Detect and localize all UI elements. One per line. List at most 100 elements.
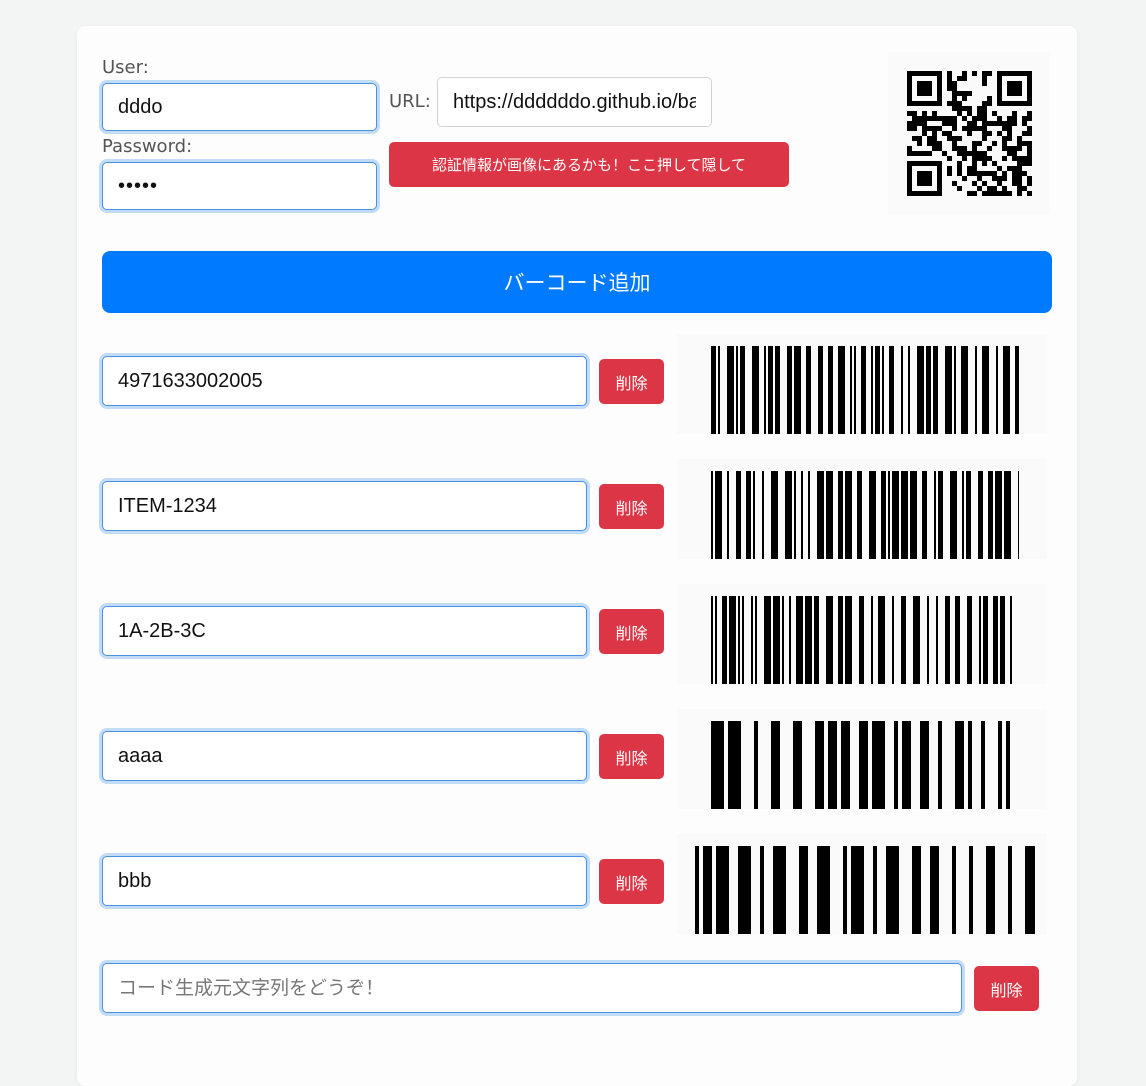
qr-module [962, 116, 967, 121]
qr-module [912, 121, 917, 126]
barcode-bar [753, 471, 755, 559]
qr-module [917, 91, 922, 96]
barcode-bar [773, 846, 786, 934]
qr-module [907, 176, 912, 181]
qr-module [1007, 166, 1012, 171]
qr-module [1017, 136, 1022, 141]
barcode-image [677, 709, 1047, 809]
new-entry-delete-button[interactable]: 削除 [974, 966, 1039, 1011]
url-input[interactable] [437, 77, 712, 127]
qr-module [957, 101, 962, 106]
qr-module [907, 96, 912, 101]
password-label: Password: [102, 136, 193, 157]
qr-module [917, 86, 922, 91]
delete-barcode-button[interactable]: 削除 [599, 859, 664, 904]
barcode-value-input[interactable] [102, 481, 587, 531]
hide-credentials-button[interactable]: 認証情報が画像にあるかも！ここ押して隠して [389, 142, 789, 187]
qr-module [1012, 156, 1017, 161]
qr-module [937, 186, 942, 191]
qr-module [1012, 146, 1017, 151]
barcode-bar [881, 471, 886, 559]
qr-module [932, 131, 937, 136]
qr-module [1002, 146, 1007, 151]
qr-module [1017, 186, 1022, 191]
qr-module [982, 121, 987, 126]
barcode-bar [936, 596, 938, 684]
qr-module [1007, 191, 1012, 196]
barcode-value-input[interactable] [102, 606, 587, 656]
barcode-value-input[interactable] [102, 356, 587, 406]
qr-module [1002, 176, 1007, 181]
qr-module [1027, 131, 1032, 136]
qr-module [1022, 186, 1027, 191]
qr-module [977, 106, 982, 111]
barcode-bar [875, 346, 880, 434]
qr-module [957, 161, 962, 166]
delete-barcode-button[interactable]: 削除 [599, 359, 664, 404]
qr-module [932, 161, 937, 166]
barcode-value-input[interactable] [102, 731, 587, 781]
delete-barcode-button[interactable]: 削除 [599, 484, 664, 529]
barcode-bar [814, 596, 819, 684]
qr-module [952, 121, 957, 126]
qr-module [982, 156, 987, 161]
qr-module [992, 171, 997, 176]
delete-barcode-button[interactable]: 削除 [599, 734, 664, 779]
barcode-bar [736, 471, 741, 559]
qr-module [922, 121, 927, 126]
qr-module [962, 151, 967, 156]
qr-module [927, 86, 932, 91]
qr-module [1007, 126, 1012, 131]
qr-module [997, 91, 1002, 96]
qr-module [1027, 191, 1032, 196]
qr-module [917, 71, 922, 76]
qr-module [922, 171, 927, 176]
qr-module [1012, 151, 1017, 156]
qr-module [1022, 101, 1027, 106]
barcode-bar [945, 596, 950, 684]
qr-module [1002, 101, 1007, 106]
barcode-image [677, 334, 1047, 434]
barcode-bar [882, 346, 884, 434]
qr-module [952, 126, 957, 131]
qr-module [1022, 131, 1027, 136]
qr-module [917, 151, 922, 156]
barcode-bar [888, 471, 890, 559]
qr-module [907, 101, 912, 106]
qr-module [997, 176, 1002, 181]
barcode-bar [969, 846, 973, 934]
barcode-bar [996, 346, 998, 434]
qr-module [927, 191, 932, 196]
qr-module [982, 101, 987, 106]
qr-module [972, 141, 977, 146]
qr-module [947, 71, 952, 76]
qr-module [947, 131, 952, 136]
barcode-bar [962, 471, 964, 559]
qr-module [967, 91, 972, 96]
qr-module [997, 96, 1002, 101]
barcode-bar [917, 346, 924, 434]
qr-module [1017, 86, 1022, 91]
barcode-bar [1003, 346, 1010, 434]
qr-module [1012, 121, 1017, 126]
qr-module [907, 126, 912, 131]
user-input[interactable] [102, 83, 377, 131]
qr-module [927, 161, 932, 166]
new-code-input[interactable] [102, 963, 962, 1013]
password-input[interactable]: ••••• [102, 162, 377, 210]
barcode-bar [878, 596, 885, 684]
qr-module [952, 106, 957, 111]
qr-module [947, 86, 952, 91]
barcode-bar [742, 596, 744, 684]
add-barcode-button[interactable]: バーコード追加 [102, 251, 1052, 313]
barcode-bar [755, 596, 757, 684]
qr-module [932, 116, 937, 121]
qr-module [997, 81, 1002, 86]
qr-module [947, 136, 952, 141]
delete-barcode-button[interactable]: 削除 [599, 609, 664, 654]
barcode-value-input[interactable] [102, 856, 587, 906]
qr-module [987, 191, 992, 196]
qr-module [1002, 186, 1007, 191]
qr-module [1012, 171, 1017, 176]
qr-module [922, 126, 927, 131]
